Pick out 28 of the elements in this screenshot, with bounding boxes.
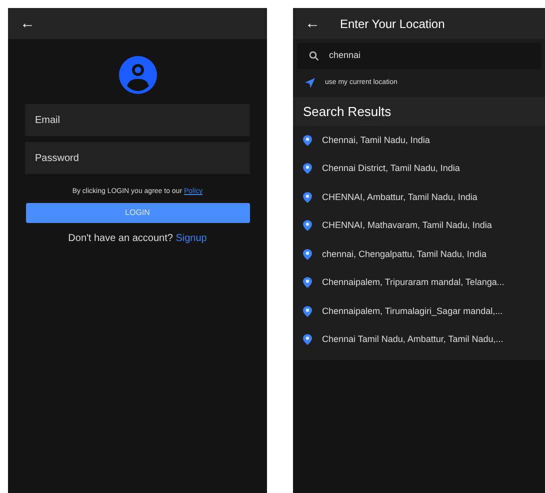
location-pin-icon [303,163,312,174]
results-heading: Search Results [293,97,545,126]
navigation-arrow-icon [305,78,315,88]
location-pin-icon [303,334,312,346]
password-field[interactable]: Password [25,142,250,174]
back-button[interactable]: ← [16,16,39,31]
location-pin-icon [303,220,312,232]
result-item[interactable]: CHENNAI, Mathavaram, Tamil Nadu, India [293,212,545,240]
email-field[interactable]: Email [25,104,250,136]
avatar-icon [118,56,156,94]
location-pin-icon [303,248,312,260]
location-pin-icon [303,277,312,288]
result-item[interactable]: Chennai Tamil Nadu, Ambattur, Tamil Nadu,... [293,326,545,354]
signup-link[interactable]: Signup [176,232,207,244]
result-item[interactable]: Chennaipalem, Tirumalagiri_Sagar mandal,... [293,297,545,326]
search-icon [309,51,319,61]
search-field[interactable]: chennai [297,43,541,69]
result-item[interactable]: CHENNAI, Ambattur, Tamil Nadu, India [293,183,545,212]
signup-prompt: Don't have an account? Signup [68,232,207,246]
location-pin-icon [303,134,312,146]
result-item[interactable]: Chennaipalem, Tripuraram mandal, Telanga... [293,268,545,297]
screen-title: Enter Your Location [340,16,445,32]
back-button[interactable]: ← [301,16,324,31]
result-item[interactable]: Chennai, Tamil Nadu, India [293,126,545,154]
location-pin-icon [303,306,312,317]
result-item[interactable]: chennai, Chengalpattu, Tamil Nadu, India [293,240,545,268]
location-pin-icon [303,192,312,203]
result-item[interactable]: Chennai District, Tamil Nadu, India [293,154,545,183]
